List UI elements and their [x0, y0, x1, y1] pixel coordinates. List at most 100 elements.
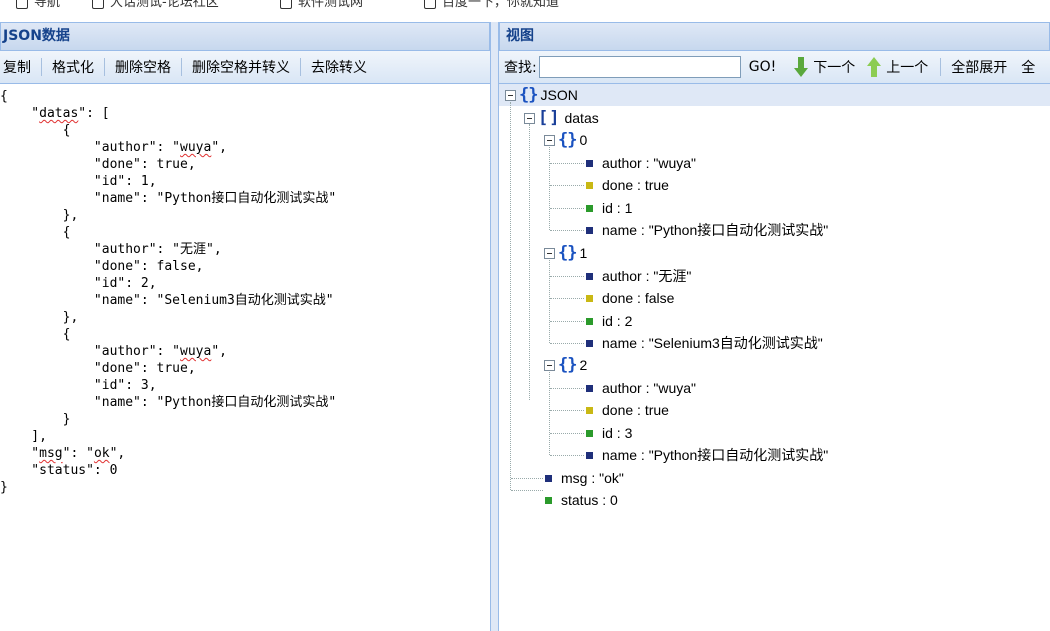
code-line: "author": "wuya",	[0, 140, 227, 155]
number-value-icon	[586, 317, 593, 325]
unescape-button[interactable]: 去除转义	[301, 57, 377, 77]
tree-connector	[550, 455, 584, 456]
code-line: "status": 0	[0, 463, 118, 478]
arrow-up-icon	[867, 57, 882, 77]
next-label: 下一个	[813, 60, 856, 76]
tree-node-label: 1	[579, 245, 588, 261]
bookmark-item[interactable]: 软件测试网	[280, 0, 363, 10]
tree-leaf[interactable]: name : "Selenium3自动化测试实战"	[586, 332, 823, 354]
json-tree-view: {} JSON [] datas {} 0 author : "wuya" do…	[499, 84, 1050, 624]
tree-node-label: 0	[579, 132, 588, 148]
bookmark-icon	[92, 0, 104, 9]
tree-leaf[interactable]: author : "wuya"	[586, 377, 696, 399]
string-value-icon	[586, 339, 593, 347]
boolean-value-icon	[586, 181, 593, 189]
toolbar-divider	[940, 58, 942, 76]
string-value-icon	[586, 272, 593, 280]
bookmark-item[interactable]: 百度一下，你就知道	[424, 0, 559, 10]
collapse-toggle-icon[interactable]	[524, 112, 535, 124]
tree-leaf[interactable]: id : 3	[586, 422, 632, 444]
tree-connector	[510, 102, 511, 490]
bookmark-icon	[424, 0, 436, 9]
code-line: "author": "wuya",	[0, 344, 227, 359]
code-line: {	[0, 89, 8, 104]
tree-connector	[550, 298, 584, 299]
code-line: {	[0, 123, 71, 138]
tree-leaf[interactable]: author : "wuya"	[586, 152, 696, 174]
tree-node-item-2[interactable]: {} 2	[544, 354, 587, 376]
tree-leaf[interactable]: id : 1	[586, 197, 632, 219]
code-line: "name": "Selenium3自动化测试实战"	[0, 293, 334, 308]
format-button[interactable]: 格式化	[42, 57, 104, 77]
json-text-editor[interactable]: { "datas": [ { "author": "wuya", "done":…	[0, 84, 490, 496]
tree-leaf[interactable]: author : "无涯"	[586, 265, 691, 287]
code-line: },	[0, 208, 79, 223]
number-value-icon	[545, 496, 552, 504]
code-line: "msg": "ok",	[0, 446, 126, 461]
tree-leaf[interactable]: done : false	[586, 287, 674, 309]
tree-node-label: 2	[579, 357, 588, 373]
tree-connector	[550, 185, 584, 186]
code-line: "done": true,	[0, 157, 196, 172]
tree-leaf[interactable]: name : "Python接口自动化测试实战"	[586, 444, 828, 466]
object-icon: {}	[558, 130, 578, 150]
bookmark-item[interactable]: 导航	[16, 0, 60, 10]
view-panel-title: 视图	[499, 22, 1050, 51]
collapse-toggle-icon[interactable]	[544, 134, 555, 146]
tree-leaf[interactable]: msg : "ok"	[545, 467, 624, 489]
tree-root-highlight	[499, 84, 1050, 106]
view-panel: 视图 查找: GO! 下一个 上一个 全部展开 全 {} JSON [] dat…	[499, 22, 1050, 631]
tree-connector	[550, 433, 584, 434]
tree-leaf[interactable]: status : 0	[545, 489, 618, 511]
code-line: "done": true,	[0, 361, 196, 376]
panel-splitter[interactable]	[491, 22, 499, 631]
code-line: },	[0, 310, 79, 325]
code-line: {	[0, 327, 71, 342]
tree-leaf[interactable]: done : true	[586, 399, 669, 421]
collapse-all-button[interactable]: 全	[1021, 57, 1035, 77]
bookmark-icon	[16, 0, 28, 9]
json-data-panel-title: JSON数据	[0, 22, 490, 51]
remove-spaces-button[interactable]: 删除空格	[105, 57, 181, 77]
bookmark-item[interactable]: 大话测试-论坛社区	[92, 0, 219, 10]
search-input[interactable]	[538, 56, 741, 78]
collapse-toggle-icon[interactable]	[544, 247, 555, 259]
boolean-value-icon	[586, 294, 593, 302]
json-toolbar: 复制 格式化 删除空格 删除空格并转义 去除转义	[0, 51, 490, 84]
tree-node-datas[interactable]: [] datas	[524, 107, 599, 129]
object-icon: {}	[558, 243, 578, 263]
tree-connector	[550, 208, 584, 209]
copy-button[interactable]: 复制	[0, 57, 41, 77]
tree-leaf[interactable]: id : 2	[586, 310, 632, 332]
go-button[interactable]: GO!	[749, 59, 776, 75]
bookmarks-bar: 导航 大话测试-论坛社区 软件测试网 百度一下，你就知道	[0, 0, 1050, 18]
code-line: {	[0, 225, 71, 240]
object-icon: {}	[519, 85, 539, 105]
tree-connector	[529, 124, 530, 400]
tree-node-item-1[interactable]: {} 1	[544, 242, 587, 264]
string-value-icon	[586, 226, 593, 234]
collapse-toggle-icon[interactable]	[505, 89, 516, 101]
next-button[interactable]: 下一个	[794, 57, 855, 77]
collapse-toggle-icon[interactable]	[544, 359, 555, 371]
tree-leaf[interactable]: done : true	[586, 174, 669, 196]
json-data-panel: JSON数据 复制 格式化 删除空格 删除空格并转义 去除转义 { "datas…	[0, 22, 491, 631]
tree-node-label: datas	[564, 110, 599, 126]
tree-node-label: JSON	[540, 87, 578, 103]
tree-node-item-0[interactable]: {} 0	[544, 129, 587, 151]
tree-node-root[interactable]: {} JSON	[505, 84, 578, 106]
arrow-down-icon	[794, 57, 809, 77]
array-icon: []	[538, 108, 561, 128]
number-value-icon	[586, 429, 593, 437]
number-value-icon	[586, 204, 593, 212]
tree-leaf[interactable]: name : "Python接口自动化测试实战"	[586, 219, 828, 241]
prev-button[interactable]: 上一个	[867, 57, 928, 77]
remove-spaces-escape-button[interactable]: 删除空格并转义	[182, 57, 300, 77]
bookmark-icon	[280, 0, 292, 9]
code-line: }	[0, 412, 71, 427]
tree-connector	[550, 276, 584, 277]
search-label: 查找:	[504, 60, 537, 76]
expand-all-button[interactable]: 全部展开	[951, 57, 1007, 77]
string-value-icon	[545, 474, 552, 482]
tree-connector	[550, 230, 584, 231]
